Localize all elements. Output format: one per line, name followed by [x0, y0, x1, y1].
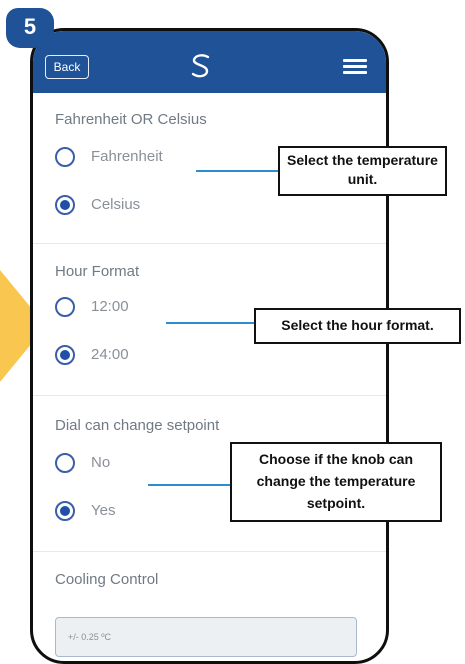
cooling-control-field[interactable]: +/- 0.25 ºC	[55, 617, 357, 657]
radio-button-checked[interactable]	[55, 345, 75, 365]
option-label: Fahrenheit	[91, 148, 163, 165]
callout-connector-unit	[196, 170, 280, 172]
section-title-unit: Fahrenheit OR Celsius	[55, 111, 207, 128]
radio-button[interactable]	[55, 453, 75, 473]
callout-hour: Select the hour format.	[254, 308, 461, 344]
option-label: 12:00	[91, 298, 129, 315]
divider	[33, 243, 386, 244]
app-header: Back	[33, 31, 386, 93]
option-label: 24:00	[91, 346, 129, 363]
radio-button-checked[interactable]	[55, 501, 75, 521]
option-label: Celsius	[91, 196, 141, 213]
divider	[33, 395, 386, 396]
option-label: Yes	[91, 502, 116, 519]
callout-unit: Select the temperature unit.	[278, 146, 447, 196]
hamburger-menu-icon[interactable]	[343, 59, 367, 75]
salus-logo-icon	[191, 54, 210, 78]
divider	[33, 551, 386, 552]
step-badge: 5	[6, 8, 54, 48]
callout-dial: Choose if the knob can change the temper…	[230, 442, 442, 522]
phone-frame: Back Fahrenheit OR Celsius Fahrenheit Ce…	[30, 28, 389, 664]
section-title-dial: Dial can change setpoint	[55, 417, 220, 434]
callout-connector-hour	[166, 322, 256, 324]
radio-button-checked[interactable]	[55, 195, 75, 215]
section-title-cooling: Cooling Control	[55, 571, 159, 588]
section-title-hour: Hour Format	[55, 263, 140, 280]
callout-connector-dial	[148, 484, 232, 486]
option-label: No	[91, 454, 111, 471]
radio-button[interactable]	[55, 147, 75, 167]
radio-button[interactable]	[55, 297, 75, 317]
back-button[interactable]: Back	[45, 55, 89, 79]
